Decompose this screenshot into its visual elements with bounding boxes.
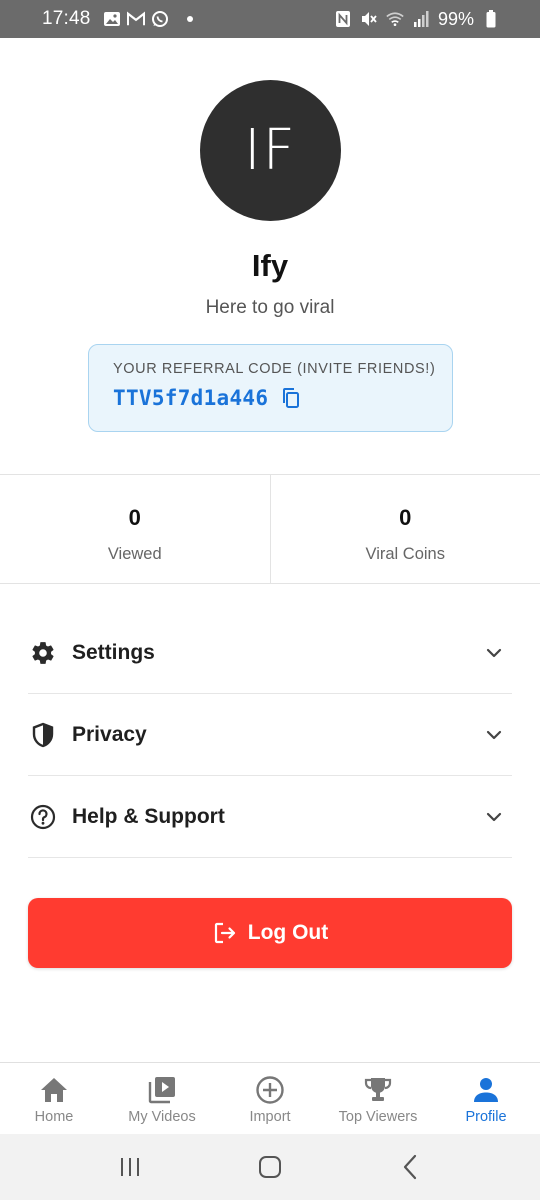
nav-label: My Videos	[128, 1109, 196, 1125]
referral-card: YOUR REFERRAL CODE (INVITE FRIENDS!) TTV…	[88, 344, 453, 432]
chevron-down-icon	[484, 807, 504, 827]
add-circle-icon	[254, 1075, 286, 1105]
stat-viral-coins: 0 Viral Coins	[269, 475, 540, 583]
back-icon[interactable]	[390, 1152, 430, 1182]
stat-label: Viral Coins	[365, 545, 445, 563]
shield-icon	[30, 722, 56, 748]
trophy-icon	[362, 1075, 394, 1105]
home-icon	[38, 1075, 70, 1105]
gear-icon	[30, 640, 56, 666]
stats-row: 0 Viewed 0 Viral Coins	[0, 474, 540, 584]
menu-label: Help & Support	[72, 804, 225, 828]
nav-label: Import	[249, 1109, 291, 1125]
copy-icon[interactable]	[280, 387, 302, 409]
nav-label: Profile	[465, 1109, 507, 1125]
chevron-down-icon	[484, 643, 504, 663]
video-library-icon	[146, 1075, 178, 1105]
mute-icon	[360, 10, 378, 28]
referral-label: YOUR REFERRAL CODE (INVITE FRIENDS!)	[113, 361, 436, 377]
menu-item-privacy[interactable]: Privacy	[28, 694, 512, 776]
nav-item-top-viewers[interactable]: Top Viewers	[324, 1063, 432, 1134]
battery-percent: 99%	[437, 8, 474, 29]
menu-item-settings[interactable]: Settings	[28, 612, 512, 694]
home-button-icon[interactable]	[250, 1152, 290, 1182]
nav-item-profile[interactable]: Profile	[432, 1063, 540, 1134]
chevron-down-icon	[484, 725, 504, 745]
recent-apps-icon[interactable]	[110, 1152, 150, 1182]
whatsapp-icon	[151, 10, 169, 28]
gmail-icon	[126, 10, 145, 28]
profile-name: Ify	[251, 248, 289, 283]
system-nav-bar	[0, 1134, 540, 1200]
avatar[interactable]: IF	[200, 80, 341, 221]
signal-icon	[412, 10, 430, 28]
help-icon	[30, 804, 56, 830]
gallery-icon	[103, 10, 121, 28]
stat-value: 0	[128, 505, 141, 530]
bottom-nav: Home My Videos Import Top Viewers Profil…	[0, 1062, 540, 1134]
referral-code[interactable]: TTV5f7d1a446	[113, 386, 268, 410]
avatar-initials: IF	[244, 118, 297, 183]
logout-button[interactable]: Log Out	[28, 898, 512, 968]
stat-viewed: 0 Viewed	[0, 475, 270, 583]
stat-value: 0	[399, 505, 412, 530]
menu-item-help-support[interactable]: Help & Support	[28, 776, 512, 858]
logout-label: Log Out	[247, 921, 329, 944]
notification-dot	[186, 16, 193, 22]
person-icon	[470, 1075, 502, 1105]
menu-label: Privacy	[72, 722, 147, 746]
nfc-icon	[334, 10, 352, 28]
nav-item-home[interactable]: Home	[0, 1063, 108, 1134]
battery-icon	[482, 10, 500, 28]
status-time: 17:48	[42, 8, 91, 29]
settings-menu: Settings Privacy Help & Support	[28, 612, 512, 858]
profile-bio: Here to go viral	[205, 297, 335, 318]
stat-label: Viewed	[107, 545, 162, 563]
status-bar: 17:48 99%	[0, 0, 540, 38]
nav-item-import[interactable]: Import	[216, 1063, 324, 1134]
wifi-icon	[386, 10, 404, 28]
menu-label: Settings	[72, 640, 155, 664]
nav-label: Home	[34, 1109, 74, 1125]
logout-icon	[212, 920, 238, 946]
nav-item-my-videos[interactable]: My Videos	[108, 1063, 216, 1134]
nav-label: Top Viewers	[338, 1109, 418, 1125]
